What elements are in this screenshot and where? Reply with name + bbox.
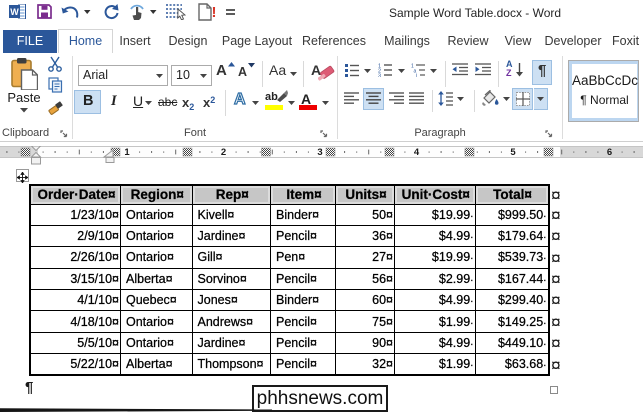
svg-text:2: 2 [221,147,226,158]
svg-text:!: ! [212,4,217,21]
svg-text:3: 3 [317,147,322,158]
svg-text:5: 5 [510,147,516,158]
svg-text:4: 4 [414,147,420,158]
svg-text:W: W [10,7,19,17]
svg-text:i: i [416,73,417,77]
svg-text:1: 1 [124,147,130,158]
svg-text:3: 3 [378,73,381,77]
svg-text:6: 6 [607,147,612,158]
